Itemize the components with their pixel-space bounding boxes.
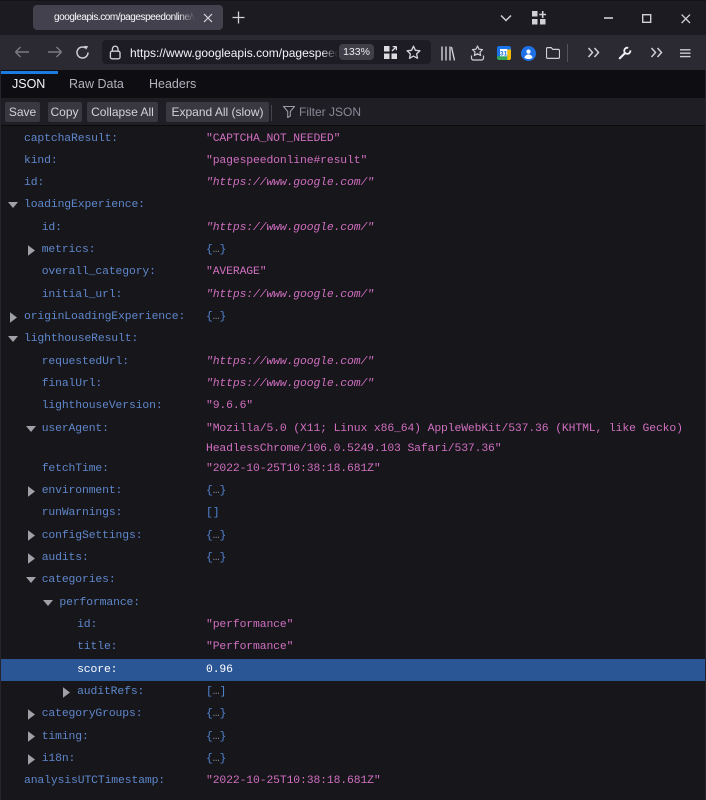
svg-text:31: 31 [499, 50, 507, 57]
